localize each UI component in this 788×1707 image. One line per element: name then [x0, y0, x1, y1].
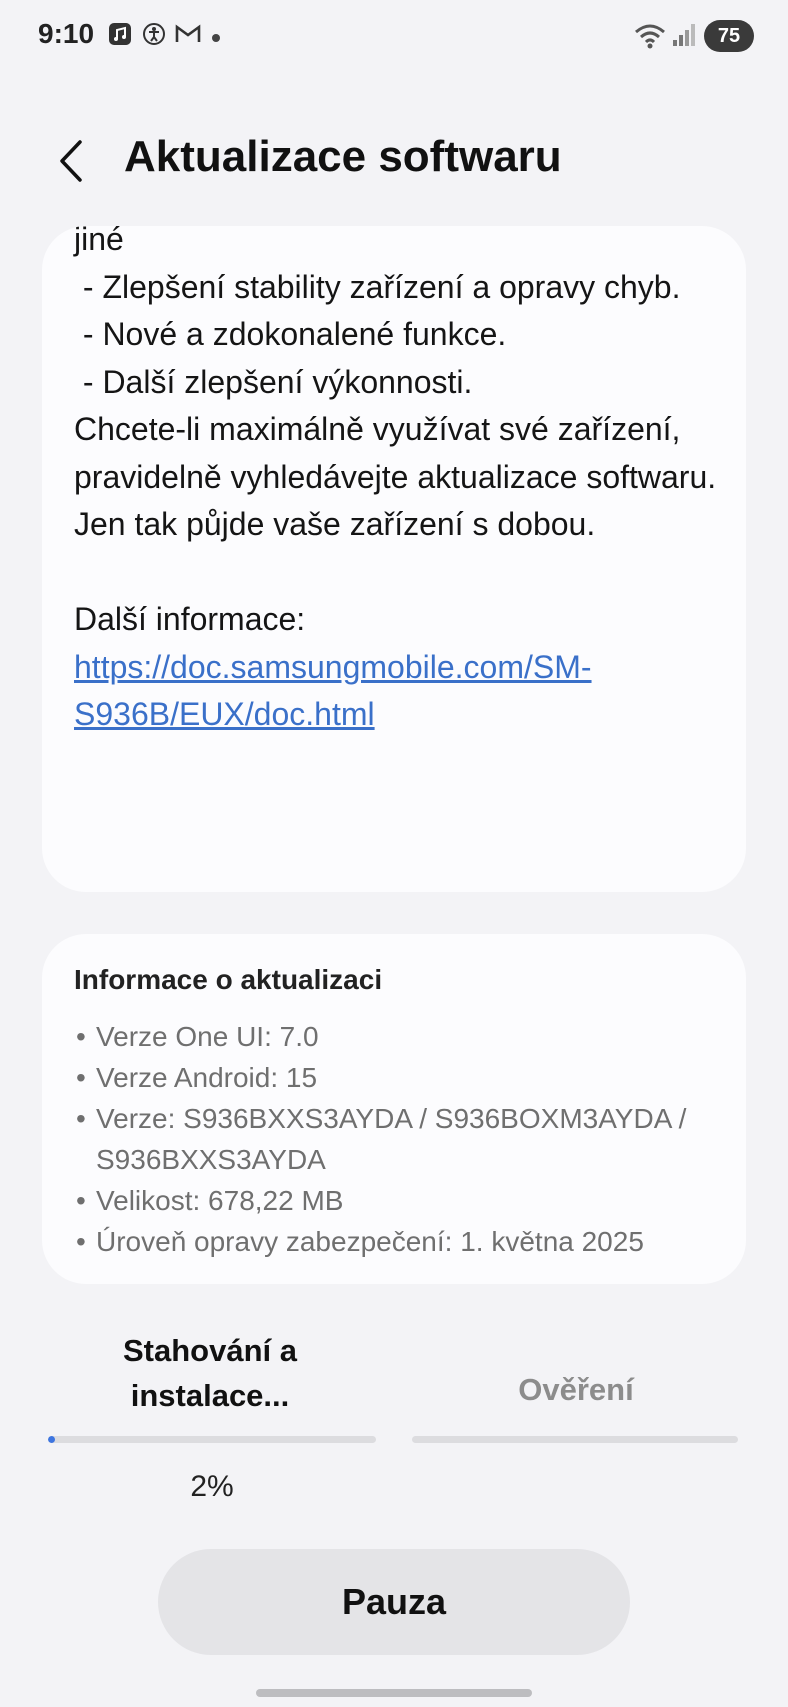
page-title: Aktualizace softwaru [124, 132, 562, 181]
update-info-title: Informace o aktualizaci [74, 964, 383, 995]
more-info-link[interactable]: https://doc.samsungmobile.com/SM-S936B/E… [74, 649, 592, 733]
update-info-item: • Úroveň opravy zabezpečení: 1. května 20… [76, 1226, 644, 1257]
update-info-item: • Verze One UI: 7.0 [76, 1021, 319, 1052]
gmail-icon [175, 22, 201, 46]
download-progress-bar [48, 1436, 376, 1443]
back-button[interactable] [56, 138, 86, 184]
update-info-item: • Verze: S936BXXS3AYDA / S936BOXM3AYDA / … [76, 1103, 687, 1175]
pause-button[interactable]: Pauza [158, 1549, 630, 1655]
update-info-list: • Verze One UI: 7.0 • Verze Android: 15 • V… [76, 1016, 736, 1262]
update-info-item: • Velikost: 678,22 MB [76, 1185, 344, 1216]
download-progress-fill [48, 1436, 55, 1443]
status-time: 9:10 [38, 18, 95, 49]
download-install-step-label: Stahování a instalace... [123, 1333, 297, 1413]
accessibility-icon [142, 22, 166, 46]
notes-line: jiné [74, 226, 124, 257]
wifi-icon [633, 22, 667, 50]
verification-step-label: Ověření [518, 1372, 634, 1407]
home-indicator[interactable] [256, 1689, 532, 1697]
status-bar: 9:10 75 [0, 0, 788, 72]
signal-icon [672, 22, 696, 48]
music-app-icon [108, 22, 132, 46]
notes-line: - Nové a zdokonalené funkce. [74, 316, 507, 352]
notes-line: - Zlepšení stability zařízení a opravy c… [74, 268, 681, 305]
notification-dot-icon [212, 34, 220, 42]
update-info-item: • Verze Android: 15 [76, 1062, 318, 1093]
release-notes-text: jiné - Zlepšení stability zařízení a opr… [74, 226, 724, 739]
release-notes-card: jiné - Zlepšení stability zařízení a opr… [42, 226, 746, 892]
progress-percent: 2% [190, 1470, 234, 1503]
verification-progress-bar [412, 1436, 738, 1443]
notes-line: Chcete-li maximálně využívat své zařízen… [74, 411, 726, 542]
chevron-left-icon [60, 140, 82, 182]
notes-line: Další informace: [74, 601, 306, 637]
battery-indicator: 75 [704, 20, 754, 52]
notes-line: - Další zlepšení výkonnosti. [74, 363, 473, 400]
